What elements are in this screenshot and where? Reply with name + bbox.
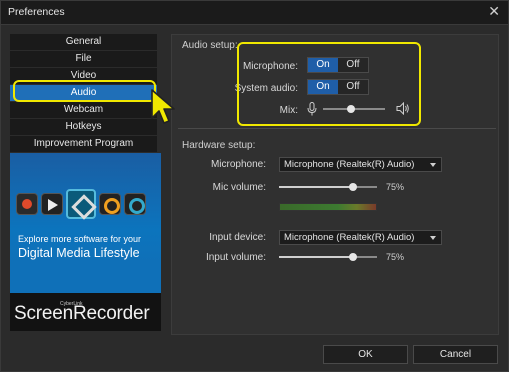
input-volume-label: Input volume: xyxy=(205,252,266,263)
input-device-select-value: Microphone (Realtek(R) Audio) xyxy=(284,232,415,243)
hardware-setup-title: Hardware setup: xyxy=(182,140,256,151)
banner-line-2: Digital Media Lifestyle xyxy=(18,246,140,260)
app-icon-photo xyxy=(16,193,38,215)
cancel-button[interactable]: Cancel xyxy=(413,345,498,364)
mic-volume-label: Mic volume: xyxy=(212,182,266,193)
banner-line-1: Explore more software for your xyxy=(18,234,142,244)
app-icon-director xyxy=(66,189,96,219)
promo-banner[interactable]: Explore more software for your Digital M… xyxy=(10,153,161,331)
app-icon-player xyxy=(41,193,63,215)
microphone-select-value: Microphone (Realtek(R) Audio) xyxy=(284,159,415,170)
brand-name: ScreenRecorder xyxy=(14,303,150,324)
microphone-select[interactable]: Microphone (Realtek(R) Audio) xyxy=(279,157,442,172)
input-device-label: Input device: xyxy=(209,232,266,243)
mic-level-meter xyxy=(279,203,377,211)
mic-volume-fill xyxy=(279,186,353,188)
ok-button[interactable]: OK xyxy=(323,345,408,364)
nav-item-improvement-program[interactable]: Improvement Program xyxy=(10,136,157,152)
close-icon[interactable]: ✕ xyxy=(488,4,500,18)
input-volume-fill xyxy=(279,256,353,258)
hw-microphone-label: Microphone: xyxy=(210,159,266,170)
audio-nav-highlight xyxy=(13,80,156,102)
mouse-cursor-icon xyxy=(151,89,175,124)
input-volume-percent: 75% xyxy=(386,252,405,262)
dropdown-arrow-icon xyxy=(430,163,436,167)
title-bar: Preferences ✕ xyxy=(0,0,509,24)
app-icon-dvd xyxy=(99,193,121,215)
mic-volume-percent: 75% xyxy=(386,182,405,192)
app-icon-media xyxy=(124,193,146,215)
nav-item-file[interactable]: File xyxy=(10,51,157,67)
nav-item-general[interactable]: General xyxy=(10,34,157,50)
dropdown-arrow-icon xyxy=(430,236,436,240)
section-divider xyxy=(178,128,496,129)
mic-volume-thumb[interactable] xyxy=(348,183,357,191)
audio-setup-title: Audio setup: xyxy=(182,40,238,51)
input-device-select[interactable]: Microphone (Realtek(R) Audio) xyxy=(279,230,442,245)
audio-setup-highlight xyxy=(237,42,421,126)
input-volume-thumb[interactable] xyxy=(348,253,357,261)
nav-item-hotkeys[interactable]: Hotkeys xyxy=(10,119,157,135)
app-icons xyxy=(16,189,146,219)
window-title: Preferences xyxy=(8,6,65,18)
nav-item-webcam[interactable]: Webcam xyxy=(10,102,157,118)
